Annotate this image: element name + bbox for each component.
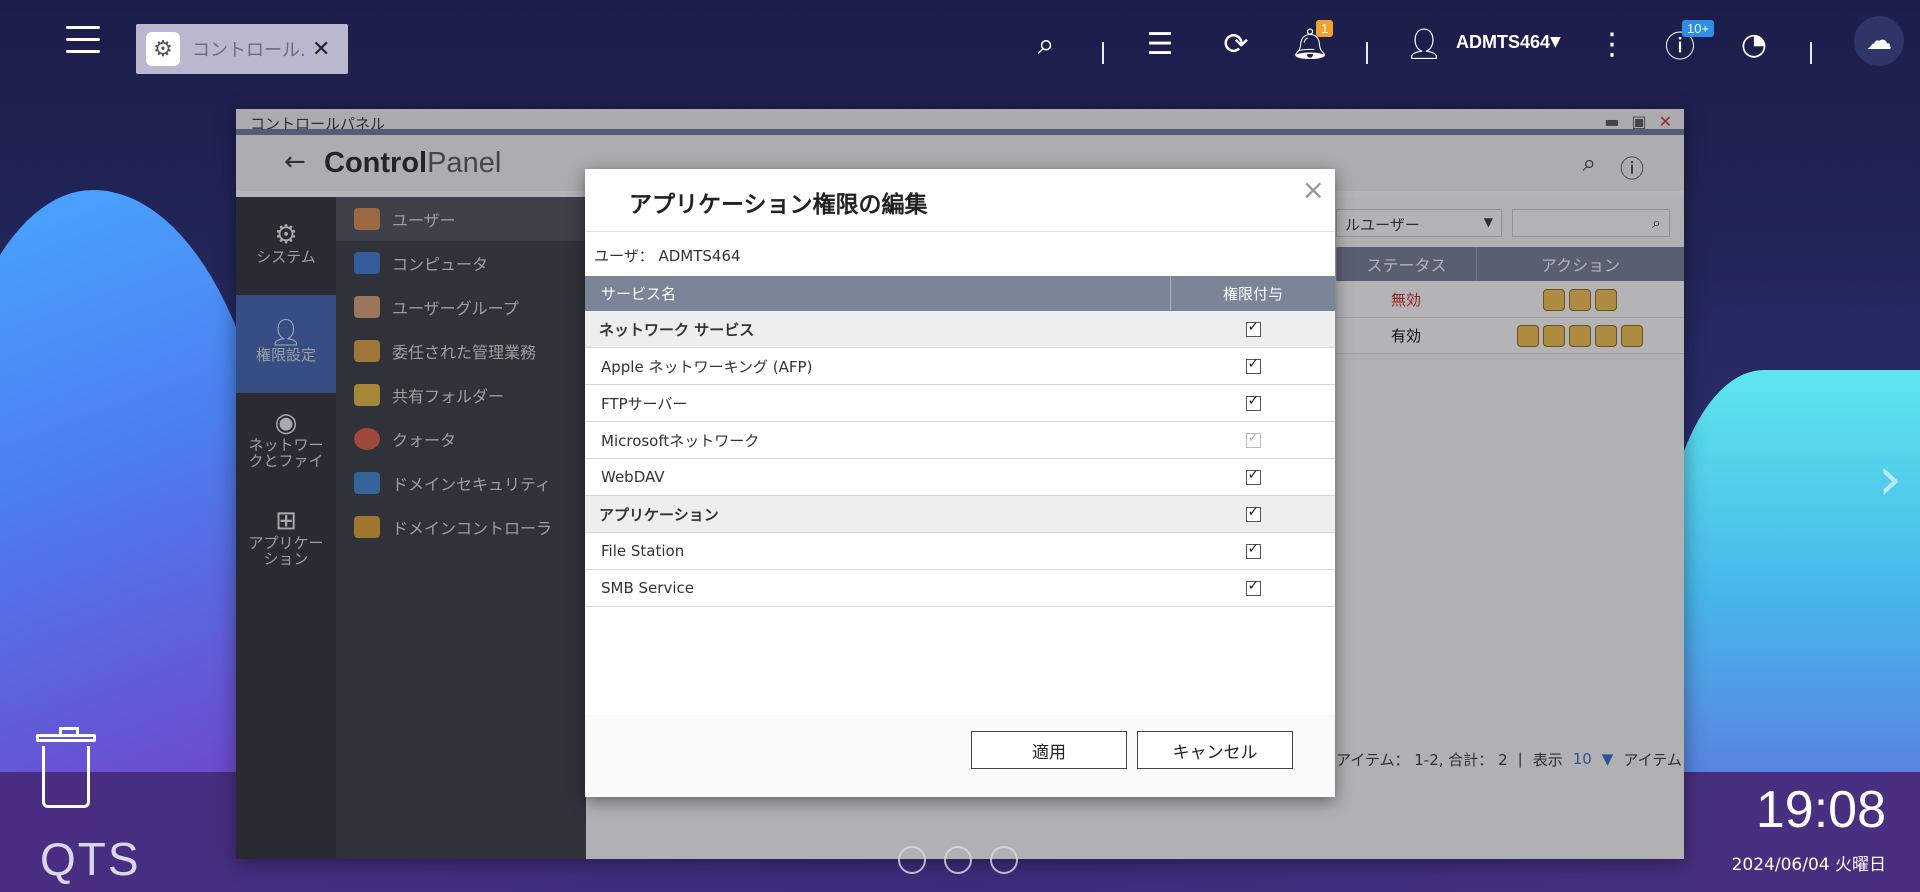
table-row: File Station: [585, 533, 1335, 570]
table-row: アプリケーション: [585, 496, 1335, 533]
search-icon[interactable]: ⌕: [1026, 24, 1066, 64]
permission-table-header: サービス名 権限付与: [585, 276, 1335, 311]
dialog-footer: 適用 キャンセル: [585, 715, 1335, 797]
taskbar-tab-label: コントロール...: [192, 40, 304, 61]
more-options-icon[interactable]: ⋮: [1592, 24, 1632, 64]
apply-button[interactable]: 適用: [971, 731, 1127, 769]
grant-checkbox[interactable]: [1245, 467, 1261, 485]
notification-badge: 1: [1316, 20, 1334, 37]
close-icon[interactable]: ✕: [312, 37, 330, 62]
trash-icon[interactable]: [36, 727, 96, 810]
permission-table: サービス名 権限付与 ネットワーク サービス Apple ネットワーキング (A…: [585, 276, 1335, 607]
close-icon[interactable]: ×: [1302, 173, 1325, 206]
table-row: Microsoftネットワーク: [585, 422, 1335, 459]
dialog-title: アプリケーション権限の編集: [629, 192, 928, 218]
grant-checkbox[interactable]: [1245, 356, 1261, 374]
main-menu-icon[interactable]: [66, 26, 100, 60]
grant-checkbox-disabled: [1245, 430, 1261, 448]
col-grant: 権限付与: [1222, 285, 1283, 303]
table-row: SMB Service: [585, 570, 1335, 607]
taskbar-tab-control-panel[interactable]: ⚙ コントロール... ✕: [136, 24, 348, 74]
separator: [1810, 42, 1812, 64]
dock-app-icon[interactable]: [944, 846, 972, 874]
table-row: WebDAV: [585, 459, 1335, 496]
table-row: Apple ネットワーキング (AFP): [585, 348, 1335, 385]
chevron-right-icon[interactable]: ›: [1878, 444, 1902, 514]
table-row: FTPサーバー: [585, 385, 1335, 422]
dock-app-icon[interactable]: [990, 846, 1018, 874]
edit-app-permission-dialog: アプリケーション権限の編集 × ユーザ： ADMTS464 サービス名 権限付与…: [585, 169, 1335, 797]
clock-time: 19:08: [1755, 781, 1886, 839]
cloud-icon[interactable]: ☁: [1854, 16, 1904, 66]
gear-icon: ⚙: [146, 32, 180, 66]
grant-checkbox[interactable]: [1245, 578, 1261, 596]
dialog-user-label: ユーザ： ADMTS464: [594, 247, 741, 265]
grant-checkbox[interactable]: [1245, 541, 1261, 559]
separator: [1102, 42, 1104, 64]
table-row: ネットワーク サービス: [585, 311, 1335, 348]
grant-checkbox[interactable]: [1245, 319, 1261, 337]
grant-checkbox[interactable]: [1245, 393, 1261, 411]
qts-logo: QTS: [40, 833, 141, 885]
dock-app-icon[interactable]: [898, 846, 926, 874]
separator: [1366, 42, 1368, 64]
dock: [898, 846, 1018, 874]
cancel-button[interactable]: キャンセル: [1137, 731, 1293, 769]
dashboard-gauge-icon[interactable]: ◔: [1734, 24, 1774, 64]
sync-icon[interactable]: ⟳: [1216, 24, 1256, 64]
clock-date: 2024/06/04 火曜日: [1731, 855, 1886, 875]
user-icon[interactable]: 👤︎: [1404, 24, 1444, 64]
background-tasks-icon[interactable]: ☰: [1140, 24, 1180, 64]
grant-checkbox[interactable]: [1245, 504, 1261, 522]
update-badge: 10+: [1682, 20, 1715, 37]
user-name[interactable]: ADMTS464: [1456, 32, 1550, 53]
caret-down-icon[interactable]: ▼: [1550, 34, 1561, 50]
divider: [585, 231, 1335, 232]
col-service-name: サービス名: [585, 276, 1171, 311]
